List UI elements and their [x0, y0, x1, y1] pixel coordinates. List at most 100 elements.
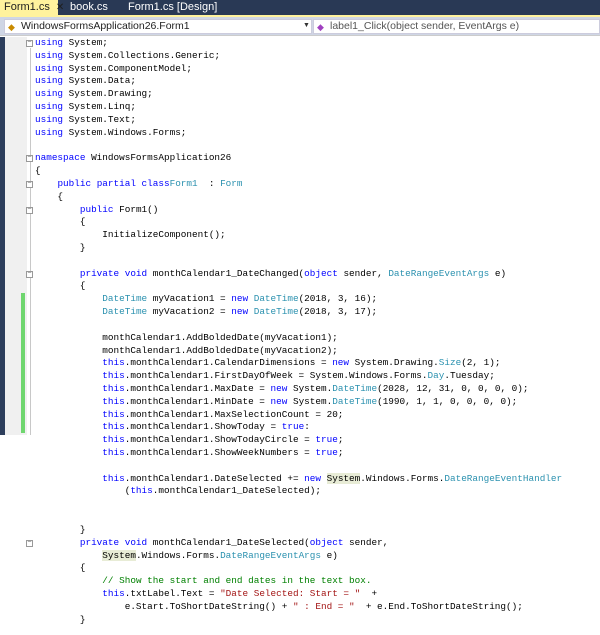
collapse-icon[interactable]: − [26, 155, 33, 163]
string-literal: "Date Selected: Start = " [220, 587, 361, 599]
tab-label: Form1.cs [4, 1, 50, 13]
code-token: .Windows.Forms. [360, 472, 445, 484]
code-line[interactable]: this.monthCalendar1.DateSelected += new … [35, 472, 562, 486]
code-line[interactable]: } [35, 242, 562, 255]
code-line[interactable]: this.monthCalendar1.ShowTodayCircle = tr… [35, 434, 562, 447]
collapse-icon[interactable]: − [26, 180, 33, 188]
code-line[interactable]: − public Form1() [26, 203, 562, 217]
code-line[interactable]: using System.Text; [35, 114, 562, 127]
code-token: System. [292, 382, 333, 394]
class-dropdown-value: WindowsFormsApplication26.Form1 [21, 20, 190, 32]
code-line[interactable]: // Show the start and end dates in the t… [35, 575, 562, 588]
outline-guide [30, 48, 31, 435]
code-line[interactable]: this.monthCalendar1.MaxDate = new System… [35, 383, 562, 396]
code-token: : [203, 177, 215, 189]
code-line[interactable]: { [35, 191, 562, 204]
code-line[interactable] [35, 140, 562, 153]
collapse-icon[interactable]: − [26, 40, 33, 47]
code-line[interactable] [35, 498, 562, 511]
code-line[interactable]: − public partial classForm1 : Form [26, 177, 562, 191]
code-token: System.Linq; [68, 101, 136, 113]
code-line[interactable]: this.monthCalendar1.MaxSelectionCount = … [35, 409, 562, 422]
chevron-down-icon[interactable]: ▼ [303, 22, 310, 29]
code-token: WindowsFormsApplication26 [91, 152, 232, 164]
code-line[interactable]: } [35, 524, 562, 537]
code-editor[interactable]: − using System; using System.Collections.G… [26, 37, 562, 627]
keyword: this [102, 587, 125, 599]
code-token: .Tuesday; [444, 370, 495, 382]
tab-form1-cs[interactable]: Form1.cs ✕ [0, 0, 64, 15]
keyword: new [304, 472, 321, 484]
code-token: + e.End.ToShortDateString(); [360, 600, 523, 612]
code-line[interactable]: using System.Windows.Forms; [35, 127, 562, 140]
code-line[interactable]: using System.Collections.Generic; [35, 50, 562, 63]
code-line[interactable]: this.monthCalendar1.FirstDayOfWeek = Sys… [35, 370, 562, 383]
keyword: new [270, 395, 288, 407]
tab-form1-design[interactable]: Form1.cs [Design] [124, 0, 221, 15]
code-token: System.ComponentModel; [68, 62, 193, 74]
code-line[interactable]: − private void monthCalendar1_DateChange… [26, 268, 562, 281]
keyword: this [102, 434, 125, 446]
code-line[interactable]: this.monthCalendar1.ShowWeekNumbers = tr… [35, 447, 562, 460]
code-line[interactable]: this.txtLabel.Text = "Date Selected: Sta… [35, 588, 562, 601]
code-line[interactable]: DateTime myVacation2 = new DateTime(2018… [35, 306, 562, 319]
code-line[interactable] [35, 255, 562, 268]
code-line[interactable]: (this.monthCalendar1_DateSelected); [35, 485, 562, 498]
class-dropdown[interactable]: ◆ WindowsFormsApplication26.Form1 [4, 19, 312, 34]
code-line[interactable]: System.Windows.Forms.DateRangeEventArgs … [35, 549, 562, 563]
keyword: this [130, 485, 153, 497]
code-line[interactable]: − using System; [26, 37, 562, 50]
code-line[interactable]: this.monthCalendar1.ShowToday = true: [35, 421, 562, 434]
code-token: System; [68, 37, 108, 48]
code-line[interactable]: − namespace WindowsFormsApplication26 [26, 152, 562, 165]
code-line[interactable]: { [35, 562, 562, 575]
code-line[interactable]: using System.Linq; [35, 101, 562, 114]
code-line[interactable]: e.Start.ToShortDateString() + " : End = … [35, 601, 562, 614]
code-token: ( [35, 485, 131, 497]
code-line[interactable]: { [35, 280, 562, 293]
code-line[interactable]: using System.Drawing; [35, 88, 562, 101]
code-line[interactable]: } [35, 614, 562, 627]
keyword: using [35, 113, 64, 125]
collapse-icon[interactable]: − [26, 270, 33, 278]
keyword: new [231, 306, 249, 318]
keyword: new [231, 293, 249, 305]
tab-book-cs[interactable]: book.cs [66, 0, 112, 15]
code-line[interactable]: InitializeComponent(); [35, 229, 562, 242]
keyword: using [35, 75, 64, 87]
code-line[interactable]: − private void monthCalendar1_DateSelect… [26, 536, 562, 550]
code-token: ; [337, 434, 344, 446]
code-line[interactable]: this.monthCalendar1.CalendarDimensions =… [35, 357, 562, 370]
code-line[interactable] [35, 319, 562, 332]
code-line[interactable]: this.monthCalendar1.MinDate = new System… [35, 396, 562, 409]
type-name: DateRangeEventArgs [220, 549, 321, 561]
code-line[interactable]: monthCalendar1.AddBoldedDate(myVacation2… [35, 345, 562, 358]
keyword: public [79, 203, 114, 215]
code-line[interactable] [35, 511, 562, 524]
code-token: Form1() [119, 203, 159, 215]
code-token: ; [337, 447, 344, 458]
code-line[interactable]: using System.Data; [35, 75, 562, 88]
code-line[interactable]: { [35, 165, 562, 178]
code-line[interactable]: { [35, 216, 562, 229]
member-dropdown[interactable]: ◆ label1_Click(object sender, EventArgs … [313, 19, 600, 34]
code-line[interactable]: monthCalendar1.AddBoldedDate(myVacation1… [35, 332, 562, 345]
keyword: private void [79, 536, 148, 548]
code-line[interactable] [35, 460, 562, 473]
code-line[interactable]: using System.ComponentModel; [35, 63, 562, 76]
keyword: this [102, 382, 125, 394]
close-icon[interactable]: ✕ [56, 2, 64, 13]
tab-label: book.cs [70, 1, 108, 13]
keyword: this [102, 395, 125, 407]
code-line[interactable]: DateTime myVacation1 = new DateTime(2018… [35, 293, 562, 306]
collapse-icon[interactable]: − [26, 206, 33, 214]
collapse-icon[interactable]: − [26, 539, 33, 547]
code-token: System. [292, 395, 333, 407]
